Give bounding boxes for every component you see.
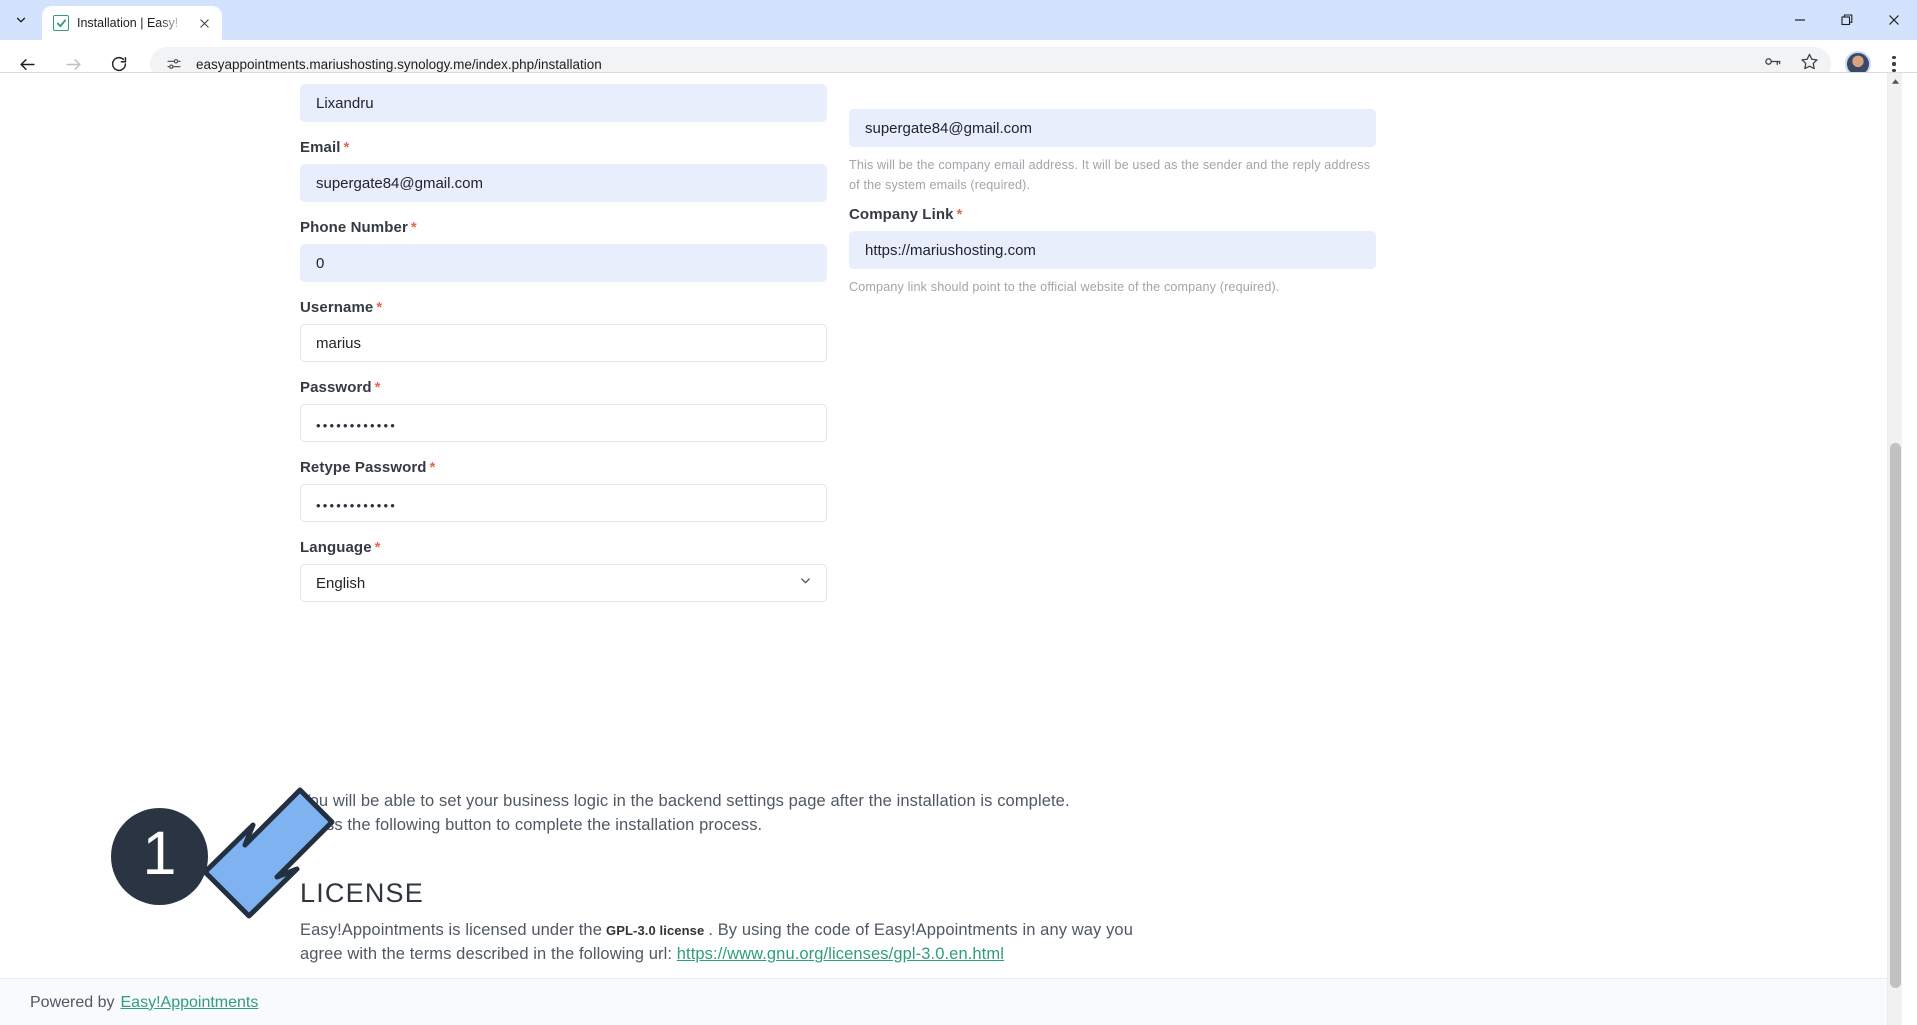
tab-close-icon[interactable] — [194, 13, 214, 33]
footer-easyappointments-link[interactable]: Easy!Appointments — [121, 994, 259, 1012]
company-email-input[interactable]: supergate84@gmail.com — [849, 109, 1376, 147]
password-label: Password * — [300, 379, 381, 396]
browser-tabstrip: Installation | Easy! — [0, 0, 1917, 40]
email-field-group: Email * supergate84@gmail.com — [300, 139, 827, 202]
retype-password-field-group: Retype Password * •••••••••••• — [300, 459, 827, 522]
lastname-input[interactable]: Lixandru — [300, 84, 827, 122]
page-scrollbar[interactable] — [1887, 73, 1902, 1025]
email-input[interactable]: supergate84@gmail.com — [300, 164, 827, 202]
email-label: Email * — [300, 139, 350, 156]
window-minimize-button[interactable] — [1776, 4, 1823, 36]
installation-page: Lixandru Email * supergate84@gmail.com Ph… — [0, 73, 1902, 1025]
phone-input[interactable]: 0 — [300, 244, 827, 282]
company-link-input[interactable]: https://mariushosting.com — [849, 230, 1376, 269]
language-select-wrapper: English — [300, 564, 827, 602]
gpl-license-label: GPL-3.0 license — [606, 923, 705, 938]
browser-window: Installation | Easy! easyappointments.ma… — [0, 0, 1917, 1025]
scroll-up-arrow-icon[interactable] — [1888, 73, 1903, 90]
company-settings-column: supergate84@gmail.com This will be the c… — [849, 73, 1376, 314]
language-label: Language * — [300, 539, 381, 556]
required-marker: * — [376, 299, 383, 316]
license-heading: LICENSE — [300, 878, 424, 908]
language-select[interactable]: English — [300, 564, 827, 602]
tab-search-area — [0, 0, 42, 40]
username-input[interactable]: marius — [300, 324, 827, 362]
business-logic-note-line1: You will be able to set your business lo… — [300, 792, 1070, 810]
username-field-group: Username * marius — [300, 299, 827, 362]
window-restore-button[interactable] — [1823, 4, 1870, 36]
scrollbar-thumb[interactable] — [1890, 443, 1901, 988]
retype-password-input[interactable]: •••••••••••• — [300, 484, 827, 522]
required-marker: * — [343, 139, 350, 156]
tab-title: Installation | Easy! — [77, 16, 179, 30]
phone-label: Phone Number * — [300, 219, 417, 236]
checkmark-square-icon — [53, 15, 69, 31]
company-link-label: Company Link * — [849, 205, 963, 223]
username-label: Username * — [300, 299, 383, 316]
company-email-help-text: This will be the company email address. … — [849, 158, 1371, 193]
license-text-before: Easy!Appointments is licensed under the — [300, 921, 602, 939]
company-link-help-text: Company link should point to the officia… — [849, 279, 1280, 294]
address-bar-url: easyappointments.mariushosting.synology.… — [196, 56, 602, 72]
required-marker: * — [374, 539, 381, 556]
required-marker: * — [410, 219, 417, 236]
retype-password-label: Retype Password * — [300, 459, 436, 476]
page-viewport: Lixandru Email * supergate84@gmail.com Ph… — [0, 72, 1917, 1025]
footer-prefix: Powered by — [30, 993, 115, 1011]
business-logic-note-line2: Press the following button to complete t… — [300, 816, 763, 834]
window-close-button[interactable] — [1870, 4, 1917, 36]
lastname-field-group: Lixandru — [300, 84, 827, 122]
password-input[interactable]: •••••••••••• — [300, 404, 827, 442]
required-marker: * — [956, 205, 963, 223]
company-email-field-group: supergate84@gmail.com This will be the c… — [849, 109, 1376, 196]
language-field-group: Language * English — [300, 539, 827, 602]
company-link-field-group: Company Link * https://mariushosting.com … — [849, 206, 1376, 297]
tab-search-chevron-down-icon[interactable] — [7, 6, 35, 34]
tune-site-settings-icon[interactable] — [164, 54, 184, 74]
browser-tab[interactable]: Installation | Easy! — [42, 6, 222, 40]
phone-field-group: Phone Number * 0 — [300, 219, 827, 282]
admin-settings-column: Lixandru Email * supergate84@gmail.com Ph… — [300, 73, 827, 619]
license-paragraph: Easy!Appointments is licensed under the G… — [300, 918, 1180, 967]
required-marker: * — [429, 459, 436, 476]
required-marker: * — [374, 379, 381, 396]
password-field-group: Password * •••••••••••• — [300, 379, 827, 442]
page-footer: Powered by Easy!Appointments — [0, 978, 1902, 1025]
gpl-license-link[interactable]: https://www.gnu.org/licenses/gpl-3.0.en.… — [677, 945, 1004, 963]
window-controls — [1776, 0, 1917, 40]
